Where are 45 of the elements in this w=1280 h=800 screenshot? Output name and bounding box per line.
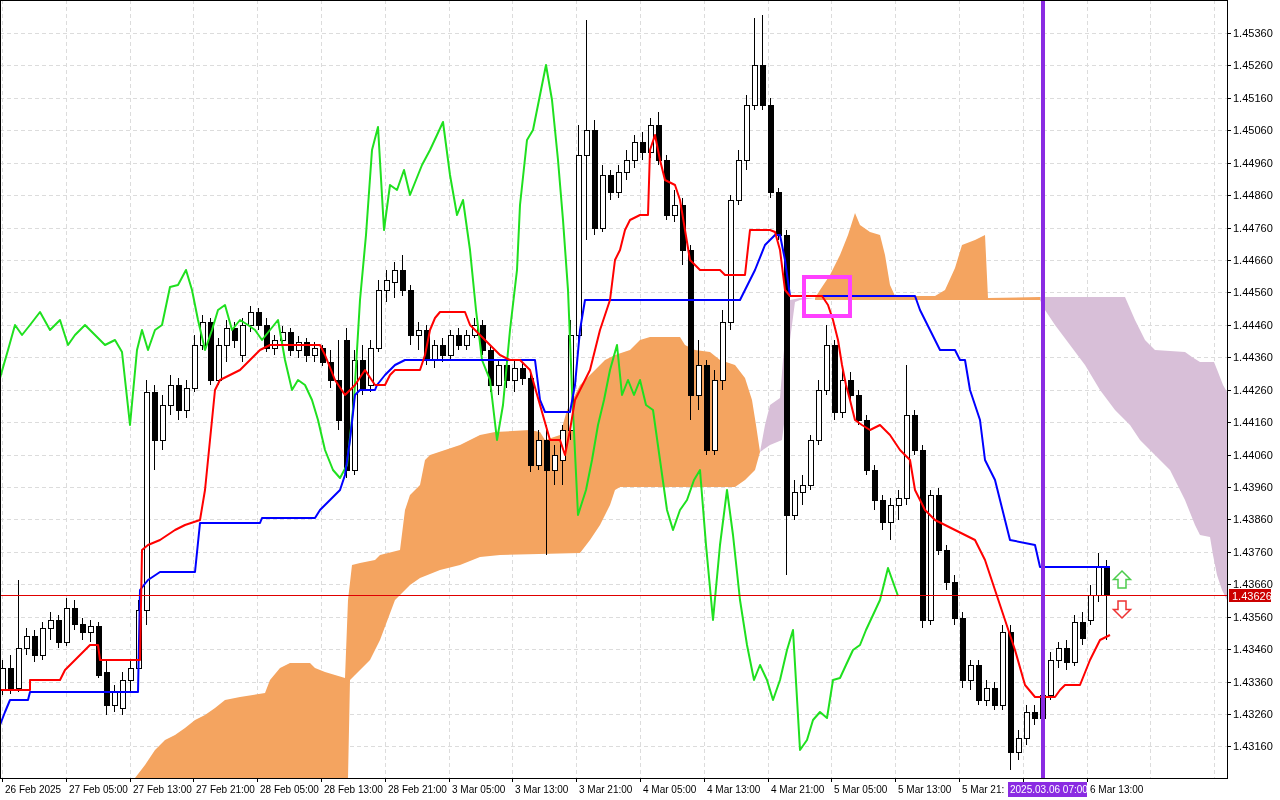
time-axis-label: 4 Mar 05:00 xyxy=(643,784,697,795)
price-axis-label: 1.44160 xyxy=(1233,416,1273,428)
price-axis-label: 1.44260 xyxy=(1233,384,1273,396)
time-axis-label: 5 Mar 05:00 xyxy=(834,784,888,795)
time-axis-label: 3 Mar 21:00 xyxy=(579,784,633,795)
up-arrow-icon xyxy=(1111,569,1133,589)
price-axis-label: 1.45360 xyxy=(1233,27,1273,39)
price-axis-label: 1.45160 xyxy=(1233,92,1273,104)
price-axis-label: 1.44060 xyxy=(1233,449,1273,461)
price-axis-label: 1.43360 xyxy=(1233,676,1273,688)
time-axis-label: 28 Feb 13:00 xyxy=(324,784,383,795)
time-axis-label: 4 Mar 13:00 xyxy=(707,784,761,795)
time-axis-label: 5 Mar 21: xyxy=(962,784,1005,795)
price-axis-label: 1.44760 xyxy=(1233,222,1273,234)
current-price-tag: 1.43626 xyxy=(1229,589,1272,602)
price-axis-label: 1.44360 xyxy=(1233,351,1273,363)
price-axis-label: 1.45260 xyxy=(1233,59,1273,71)
time-axis-label: 6 Mar 13:00 xyxy=(1090,784,1144,795)
price-axis-label: 1.43560 xyxy=(1233,611,1273,623)
price-axis-label: 1.44460 xyxy=(1233,319,1273,331)
time-axis-label: 4 Mar 21:00 xyxy=(771,784,825,795)
price-axis-label: 1.44560 xyxy=(1233,286,1273,298)
time-marker-tag: 2025.03.06 07:00 xyxy=(1008,782,1088,797)
time-axis-label: 27 Feb 21:00 xyxy=(196,784,255,795)
price-axis-label: 1.44960 xyxy=(1233,157,1273,169)
price-axis-label: 1.43460 xyxy=(1233,643,1273,655)
price-axis-label: 1.45060 xyxy=(1233,124,1273,136)
highlight-rectangle xyxy=(802,275,852,318)
price-axis-label: 1.43760 xyxy=(1233,546,1273,558)
price-axis-label: 1.43860 xyxy=(1233,513,1273,525)
time-axis-label: 3 Mar 05:00 xyxy=(452,784,506,795)
price-axis-label: 1.43960 xyxy=(1233,481,1273,493)
time-axis-label: 27 Feb 13:00 xyxy=(133,784,192,795)
time-axis-label: 28 Feb 05:00 xyxy=(260,784,319,795)
price-axis-label: 1.43260 xyxy=(1233,708,1273,720)
price-axis-label: 1.44860 xyxy=(1233,189,1273,201)
price-axis-label: 1.43160 xyxy=(1233,740,1273,752)
time-axis-label: 3 Mar 13:00 xyxy=(515,784,569,795)
time-axis-label: 27 Feb 05:00 xyxy=(69,784,128,795)
time-axis-label: 5 Mar 13:00 xyxy=(898,784,952,795)
price-axis-label: 1.44660 xyxy=(1233,254,1273,266)
price-axis-label: 1.43660 xyxy=(1233,578,1273,590)
time-axis-label: 28 Feb 21:00 xyxy=(388,784,447,795)
time-axis-label: 26 Feb 2025 xyxy=(5,784,62,795)
down-arrow-icon xyxy=(1111,600,1133,620)
